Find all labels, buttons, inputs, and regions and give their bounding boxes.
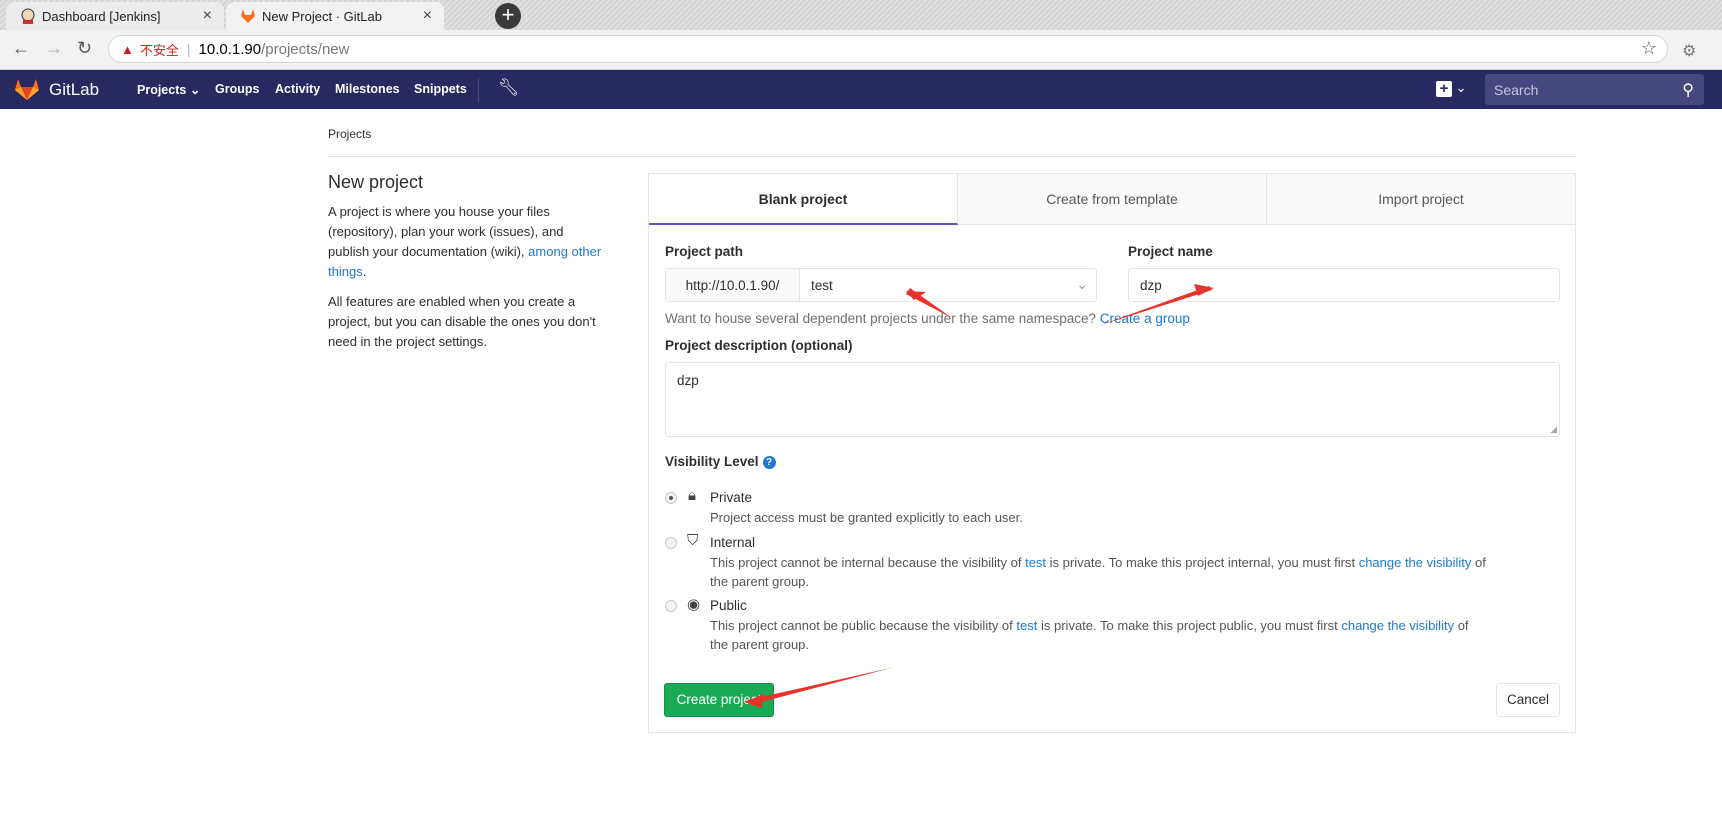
help-question-icon[interactable]: ? <box>762 456 776 469</box>
url-separator: | <box>186 41 191 57</box>
desc-text: is private. To make this project public,… <box>1041 618 1338 633</box>
back-icon[interactable]: ← <box>12 38 30 59</box>
project-type-tabs: Blank project Create from template Impor… <box>649 174 1575 225</box>
description-label: Project description (optional) <box>665 338 853 353</box>
change-visibility-link[interactable]: change the visibility <box>1359 555 1472 570</box>
lock-icon: 🔒︎ <box>688 487 696 504</box>
test-group-link[interactable]: test <box>1025 555 1046 570</box>
address-bar[interactable]: ▲ 不安全 | 10.0.1.90 /projects/new ☆ <box>108 35 1668 63</box>
resize-handle-icon[interactable]: ◢ <box>1550 424 1557 435</box>
intro-paragraph-1: A project is where you house your files … <box>328 204 602 279</box>
visibility-public-desc: This project cannot be public because th… <box>710 616 1490 654</box>
visibility-internal-label[interactable]: Internal <box>710 535 755 550</box>
chevron-down-icon: ⌄ <box>189 83 201 97</box>
project-path-field: http://10.0.1.90/ test ⌄ <box>665 268 1097 302</box>
nav-projects-label: Projects <box>137 83 187 97</box>
warning-icon: ▲ <box>121 41 134 57</box>
url-host: 10.0.1.90 <box>198 40 262 58</box>
tab-import-project[interactable]: Import project <box>1267 174 1575 225</box>
description-value: dzp <box>677 373 699 388</box>
search-placeholder: Search <box>1494 82 1539 98</box>
tab-create-from-template[interactable]: Create from template <box>958 174 1267 225</box>
admin-wrench-icon[interactable]: 🔧︎ <box>498 78 520 98</box>
project-name-input[interactable]: dzp <box>1128 268 1560 302</box>
desc-text: is private. To make this project interna… <box>1049 555 1356 570</box>
visibility-level-label: Visibility Level? <box>665 454 776 469</box>
project-name-label: Project name <box>1128 244 1213 259</box>
bookmark-star-icon[interactable]: ☆ <box>1641 38 1657 59</box>
search-input[interactable]: Search ⚲ <box>1485 74 1704 105</box>
close-icon[interactable]: × <box>203 7 212 25</box>
chevron-down-icon: ⌄ <box>1076 276 1088 292</box>
path-prefix: http://10.0.1.90/ <box>666 269 800 301</box>
url-path: /projects/new <box>261 40 350 58</box>
visibility-label-text: Visibility Level <box>665 454 759 469</box>
new-dropdown[interactable]: + ⌄ <box>1436 80 1467 97</box>
cancel-button[interactable]: Cancel <box>1496 683 1560 717</box>
plus-icon: + <box>1436 80 1452 97</box>
search-icon: ⚲ <box>1682 82 1694 99</box>
change-visibility-link[interactable]: change the visibility <box>1341 618 1454 633</box>
visibility-private-label[interactable]: Private <box>710 490 752 505</box>
nav-projects[interactable]: Projects ⌄ <box>137 82 200 97</box>
new-tab-button[interactable]: + <box>495 3 521 29</box>
create-group-link[interactable]: Create a group <box>1100 311 1190 326</box>
insecure-label: 不安全 <box>139 42 179 58</box>
tab-blank-project[interactable]: Blank project <box>649 174 958 225</box>
desc-text: This project cannot be public because th… <box>710 618 1013 633</box>
project-description-textarea[interactable]: dzp ◢ <box>665 362 1560 437</box>
nav-snippets[interactable]: Snippets <box>414 82 467 96</box>
gitlab-header: GitLab Projects ⌄ Groups Activity Milest… <box>0 70 1722 109</box>
browser-tabstrip: Dashboard [Jenkins] × New Project · GitL… <box>0 0 1722 30</box>
breadcrumb[interactable]: Projects <box>328 127 371 141</box>
visibility-public-label[interactable]: Public <box>710 598 747 613</box>
browser-tab-jenkins[interactable]: Dashboard [Jenkins] × <box>6 2 224 30</box>
forward-icon[interactable]: → <box>45 38 63 59</box>
nav-divider <box>478 78 479 102</box>
shield-icon: ⛉ <box>687 532 699 549</box>
namespace-select[interactable]: test ⌄ <box>800 269 1096 301</box>
chevron-down-icon: ⌄ <box>1455 80 1467 95</box>
namespace-value: test <box>811 277 833 293</box>
create-project-button[interactable]: Create project <box>664 683 774 717</box>
jenkins-icon <box>21 8 35 24</box>
gitlab-logo-icon[interactable] <box>14 77 40 101</box>
desc-text: This project cannot be internal because … <box>710 555 1022 570</box>
visibility-public-radio[interactable] <box>665 600 677 612</box>
visibility-private-desc: Project access must be granted explicitl… <box>710 510 1023 525</box>
nav-milestones[interactable]: Milestones <box>335 82 400 96</box>
new-project-panel: Blank project Create from template Impor… <box>648 173 1576 733</box>
browser-tab-title: New Project · GitLab <box>262 8 382 24</box>
visibility-internal-radio[interactable] <box>665 537 677 549</box>
nav-activity[interactable]: Activity <box>275 82 320 96</box>
project-path-label: Project path <box>665 244 744 259</box>
intro-paragraph-2: All features are enabled when you create… <box>328 294 596 349</box>
hint-text: Want to house several dependent projects… <box>665 311 1097 326</box>
test-group-link[interactable]: test <box>1016 618 1037 633</box>
gitlab-brand[interactable]: GitLab <box>49 80 99 100</box>
globe-icon: ◉ <box>687 596 701 613</box>
extension-icon[interactable]: ⚙ <box>1682 41 1696 61</box>
browser-tab-gitlab[interactable]: New Project · GitLab × <box>226 2 444 30</box>
browser-tab-title: Dashboard [Jenkins] <box>42 8 161 24</box>
page-title: New project <box>328 172 424 192</box>
gitlab-icon <box>241 9 255 23</box>
nav-groups[interactable]: Groups <box>215 82 259 96</box>
breadcrumb-divider <box>328 156 1576 157</box>
visibility-private-radio[interactable] <box>665 492 677 504</box>
close-icon[interactable]: × <box>423 7 432 25</box>
visibility-internal-desc: This project cannot be internal because … <box>710 553 1490 591</box>
reload-icon[interactable]: ↻ <box>77 38 92 59</box>
namespace-hint: Want to house several dependent projects… <box>665 311 1190 326</box>
